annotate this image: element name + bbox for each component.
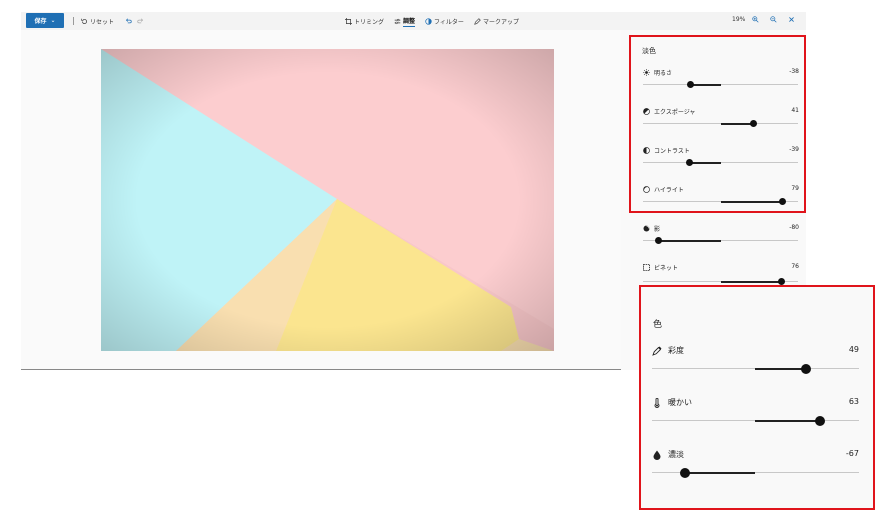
slider-thumb[interactable] [815, 415, 825, 426]
tab-markup-label: マークアップ [483, 18, 520, 26]
eyedropper-icon [652, 346, 662, 356]
shadow-slider[interactable] [643, 237, 798, 244]
zoom-level-text: 19% [732, 16, 746, 23]
saturation-value: 49 [848, 345, 859, 354]
tab-markup[interactable]: マークアップ [474, 16, 519, 26]
vignette-label-wrap: ビネット [643, 263, 678, 272]
thermometer-icon [654, 397, 660, 408]
warmth-value: 63 [848, 397, 859, 406]
shadow-label: 影 [654, 226, 661, 233]
shadow-slider-row: 影 -80 [643, 224, 799, 254]
slider-fill [721, 280, 781, 283]
zoom-in-icon [752, 16, 759, 23]
vignette-slider[interactable] [643, 278, 798, 285]
toolbar-divider [73, 17, 74, 25]
warmth-slider[interactable] [652, 415, 859, 426]
saturation-slider[interactable] [652, 363, 859, 374]
tab-crop[interactable]: トリミング [345, 16, 384, 26]
highlight-frame-light [629, 35, 806, 213]
slider-thumb[interactable] [801, 363, 811, 374]
undo-button[interactable] [125, 16, 134, 26]
tint-label: 濃淡 [668, 450, 684, 459]
saturation-label-wrap: 彩度 [652, 345, 684, 356]
tab-adjust[interactable]: 調整 [394, 16, 416, 27]
tab-crop-label: トリミング [354, 18, 385, 26]
zoom-out-button[interactable] [770, 16, 777, 23]
slider-thumb[interactable] [654, 237, 662, 244]
warmth-slider-row: 暖かい 63 [652, 397, 859, 437]
slider-fill [685, 471, 755, 474]
color-section-zoom: 色 彩度 49 暖かい 63 濃淡 -67 [639, 285, 875, 510]
saturation-slider-row: 彩度 49 [652, 345, 859, 385]
vignette-value: 76 [791, 263, 799, 270]
filter-icon [425, 17, 432, 25]
top-toolbar: 保存 ⌄ リセット トリミング 調整 フィルター マークアップ 19% [21, 12, 806, 30]
reset-label: リセット [90, 18, 115, 26]
droplet-icon [653, 450, 661, 460]
color-section-title: 色 [653, 320, 663, 330]
save-button[interactable]: 保存 ⌄ [26, 13, 64, 28]
tab-filter[interactable]: フィルター [425, 16, 464, 26]
tint-slider-row: 濃淡 -67 [652, 449, 859, 489]
adjust-icon [394, 18, 401, 24]
slider-fill [755, 367, 806, 370]
saturation-label: 彩度 [668, 346, 684, 355]
redo-button[interactable] [137, 16, 146, 26]
warmth-label: 暖かい [668, 398, 692, 407]
slider-thumb[interactable] [680, 467, 690, 478]
slider-fill [658, 239, 721, 242]
tab-adjust-label: 調整 [403, 17, 416, 27]
close-icon [789, 17, 794, 22]
zoom-out-icon [770, 16, 777, 23]
close-button[interactable] [788, 16, 795, 23]
warmth-label-wrap: 暖かい [652, 397, 692, 408]
reset-button[interactable]: リセット [81, 16, 114, 26]
shadow-value: -80 [789, 224, 799, 231]
tint-slider[interactable] [652, 467, 859, 478]
reset-icon [81, 18, 87, 24]
shadow-icon [643, 225, 650, 232]
chevron-down-icon: ⌄ [50, 17, 56, 24]
pen-icon [474, 17, 481, 25]
tint-value: -67 [845, 449, 859, 458]
vignette-icon [643, 264, 650, 271]
crop-icon [345, 17, 352, 25]
slider-thumb[interactable] [777, 278, 785, 285]
zoom-in-button[interactable] [752, 16, 759, 23]
shadow-label-wrap: 影 [643, 224, 660, 233]
zoom-level: 19% [732, 16, 745, 23]
slider-fill [755, 419, 820, 422]
redo-icon [137, 17, 144, 23]
tab-filter-label: フィルター [434, 18, 464, 26]
undo-icon [125, 17, 132, 23]
edited-photo [101, 49, 554, 351]
tint-label-wrap: 濃淡 [652, 449, 684, 460]
save-label: 保存 [34, 18, 47, 25]
vignette-label: ビネット [654, 265, 679, 272]
